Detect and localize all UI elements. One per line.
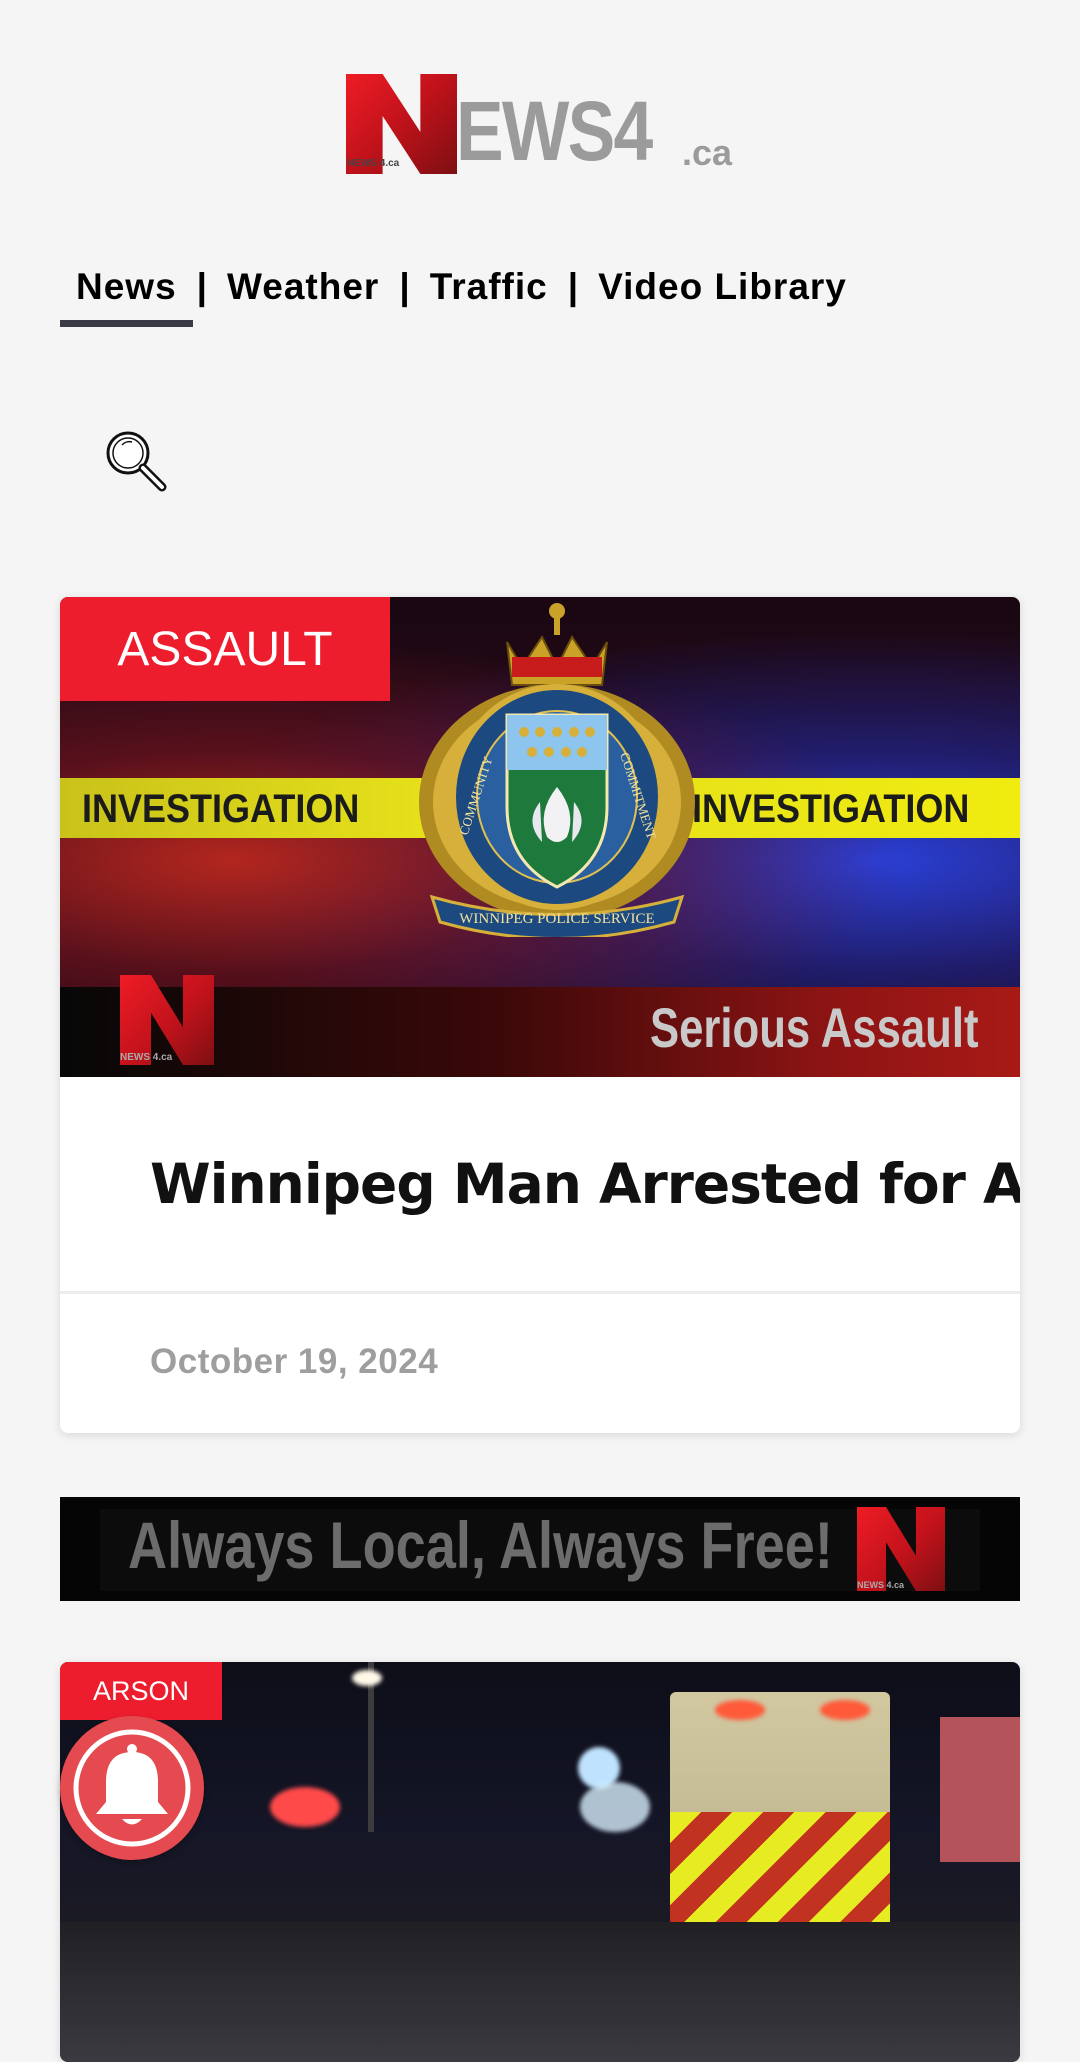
tape-text: INVESTIGATION [82,787,360,831]
category-badge[interactable]: ARSON [60,1662,222,1720]
logo-tld: .ca [682,132,733,173]
article-card[interactable]: INVESTIGATION INVESTIGATION WINNIPEG POL… [60,597,1020,1433]
banner-subtext: NEWS 4.ca [857,1580,905,1590]
site-logo[interactable]: NEWS 4.ca EWS4 .ca [346,74,742,180]
road [60,1922,1020,2062]
tail-light [270,1787,340,1827]
category-badge[interactable]: ASSAULT [60,597,390,701]
main-nav: News | Weather | Traffic | Video Library [60,262,863,332]
notification-bell-button[interactable] [60,1716,204,1860]
article-image[interactable] [60,1662,1020,2062]
search-icon [106,431,167,492]
crest-ribbon-text: WINNIPEG POLICE SERVICE [459,911,654,927]
window-glow [580,1782,650,1832]
logo-subtext: NEWS 4.ca [347,158,400,169]
logo-wordmark: EWS4 [456,84,653,178]
article-card[interactable]: ARSON [60,1662,1020,2062]
watermark-subtext: NEWS 4.ca [120,1052,173,1063]
ambulance-stripes [670,1812,890,1922]
building [940,1717,1020,1862]
nav-item-news[interactable]: News [60,262,193,327]
hero-caption: Serious Assault [650,996,979,1059]
search-button[interactable] [100,425,170,495]
nav-separator: | [196,266,208,307]
emergency-light [820,1700,870,1720]
banner-text: Always Local, Always Free! [128,1508,833,1582]
nav-separator: | [399,266,410,307]
nav-separator: | [567,266,579,307]
street-light [352,1670,382,1686]
article-title[interactable]: Winnipeg Man Arrested for Assault [150,1152,1020,1216]
bell-icon [73,1729,191,1847]
card-divider [60,1291,1020,1294]
police-crest-icon: WINNIPEG POLICE SERVICE COMMUNITY COMMIT… [419,603,695,937]
nav-item-weather[interactable]: Weather [211,262,395,312]
tape-text: INVESTIGATION [692,787,970,831]
emergency-light [715,1700,765,1720]
nav-item-video-library[interactable]: Video Library [582,262,863,312]
article-date: October 19, 2024 [150,1342,439,1381]
street-pole [368,1662,374,1832]
nav-item-traffic[interactable]: Traffic [414,262,564,312]
promo-banner[interactable]: Always Local, Always Free! NEWS 4.ca [60,1497,1020,1601]
